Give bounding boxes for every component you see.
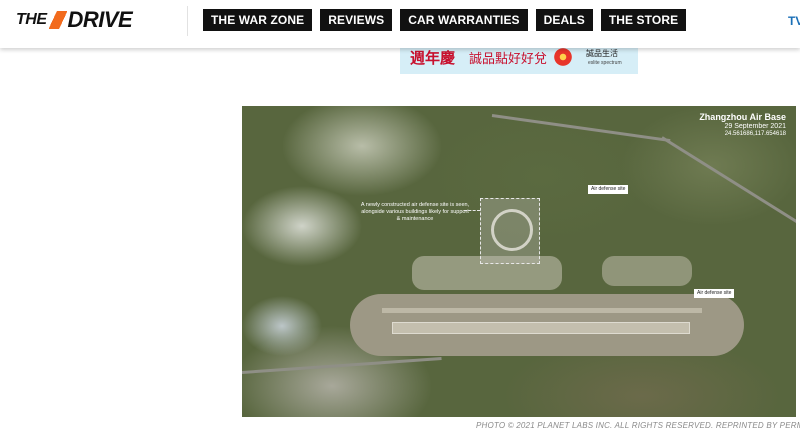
label-air-defense-site-1: Air defense site bbox=[588, 185, 629, 194]
road bbox=[242, 357, 442, 374]
photo-coords: 24.561686,117.654618 bbox=[724, 131, 786, 137]
satellite-image[interactable]: A newly constructed air defense site is … bbox=[242, 106, 796, 417]
header-divider bbox=[187, 6, 188, 36]
photo-credit: PHOTO © 2021 PLANET LABS INC. ALL RIGHTS… bbox=[476, 421, 800, 430]
ad-tagline: 誠品點好好兌 bbox=[469, 50, 548, 66]
road bbox=[661, 136, 796, 224]
photo-date: 29 September 2021 bbox=[724, 123, 787, 130]
site-header: THE DRIVE THE WAR ZONE REVIEWS CAR WARRA… bbox=[0, 0, 800, 48]
nav-overflow-link[interactable]: TV bbox=[788, 14, 800, 28]
main-nav: THE WAR ZONE REVIEWS CAR WARRANTIES DEAL… bbox=[203, 9, 687, 31]
photo-title: Zhangzhou Air Base bbox=[699, 112, 786, 122]
air-defense-compound bbox=[480, 198, 540, 264]
annotation-leader bbox=[464, 210, 480, 211]
logo-drive-text: DRIVE bbox=[67, 7, 133, 32]
nav-reviews[interactable]: REVIEWS bbox=[320, 9, 393, 31]
nav-car-warranties[interactable]: CAR WARRANTIES bbox=[400, 9, 528, 31]
ad-headline: 週年慶 bbox=[410, 49, 456, 67]
ad-flower-icon bbox=[552, 46, 574, 68]
runway bbox=[392, 322, 690, 334]
road bbox=[491, 114, 671, 143]
ad-brand-sub: eslite spectrum bbox=[588, 60, 622, 66]
apron bbox=[602, 256, 692, 286]
photo-title-block: Zhangzhou Air Base 29 September 2021 24.… bbox=[699, 112, 786, 137]
logo-the-text: THE bbox=[16, 11, 47, 28]
compound-ring bbox=[491, 209, 533, 251]
nav-deals[interactable]: DEALS bbox=[535, 9, 593, 31]
the-drive-logo[interactable]: THE DRIVE bbox=[16, 7, 133, 32]
ad-brand: 誠品生活 bbox=[586, 49, 618, 58]
nav-the-store[interactable]: THE STORE bbox=[600, 9, 687, 31]
annotation-text: A newly constructed air defense site is … bbox=[360, 202, 470, 222]
nav-the-war-zone[interactable]: THE WAR ZONE bbox=[203, 9, 313, 31]
logo-slash-icon bbox=[48, 11, 67, 29]
label-air-defense-site-2: Air defense site bbox=[694, 289, 735, 298]
taxiway bbox=[382, 308, 702, 313]
